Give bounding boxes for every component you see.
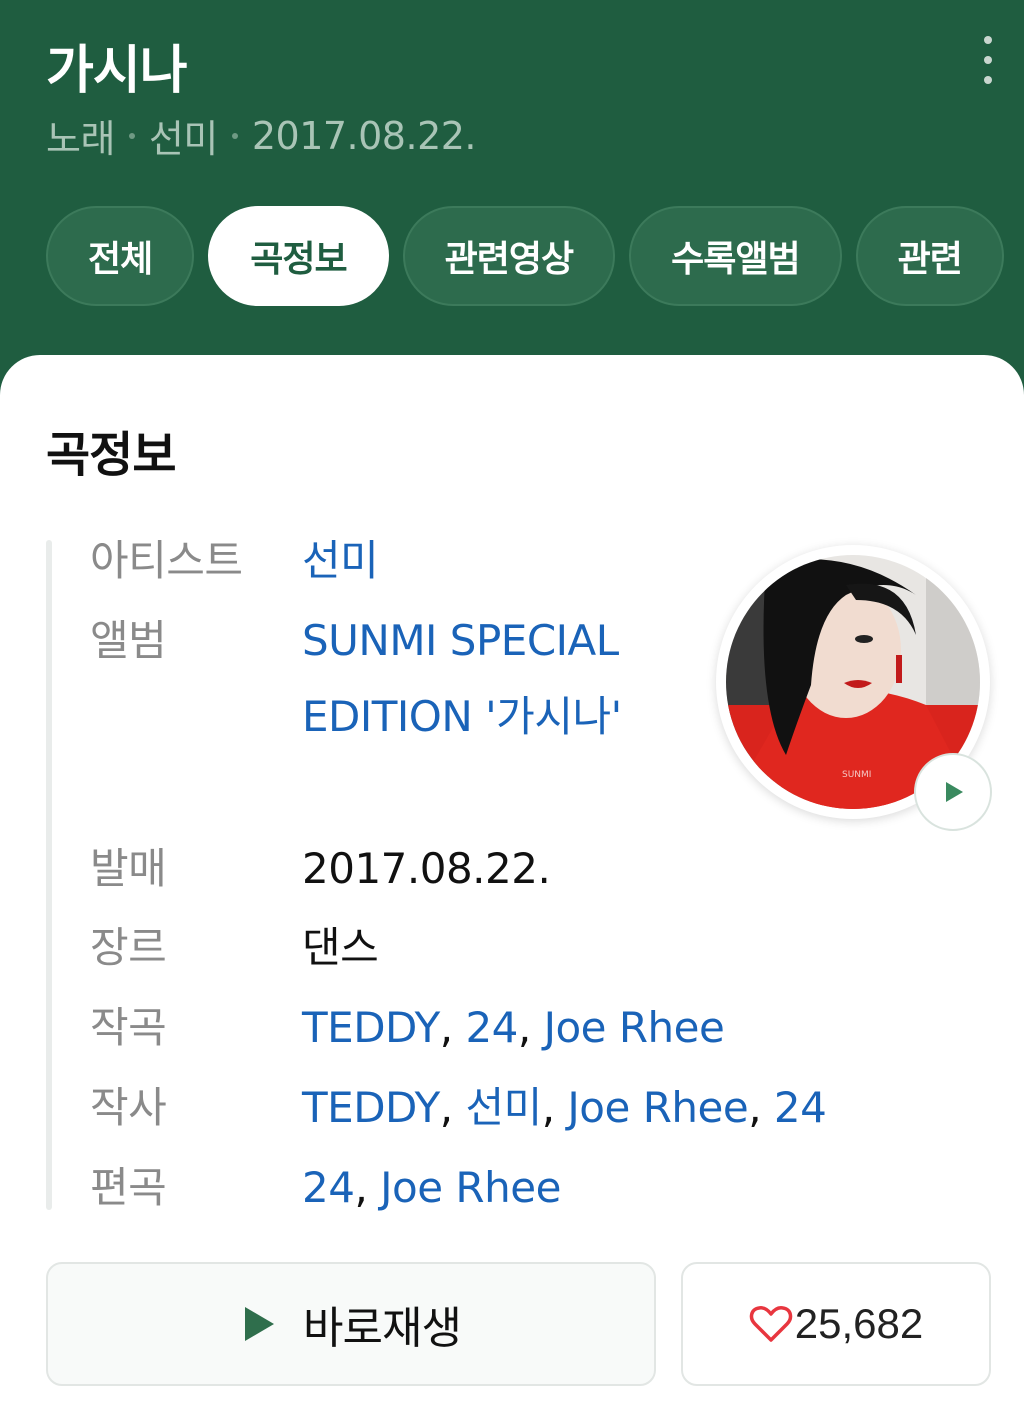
like-count: 25,682	[794, 1300, 924, 1347]
album-link[interactable]: SUNMI SPECIAL EDITION '가시나'	[302, 603, 642, 755]
subtitle-type: 노래	[46, 117, 115, 161]
info-row-lyricist: 작사 TEDDY, 선미, Joe Rhee, 24	[90, 1070, 970, 1146]
composer-link[interactable]: 24	[465, 1003, 518, 1052]
arranger-values: 24, Joe Rhee	[302, 1150, 561, 1226]
song-header: 가시나 노래 선미 2017.08.22. 전체 곡정보 관련영상 수록앨범 관…	[0, 0, 1024, 380]
info-row-genre: 장르 댄스	[90, 910, 690, 986]
section-title: 곡정보	[46, 427, 176, 483]
composer-link[interactable]: Joe Rhee	[544, 1003, 725, 1052]
subtitle-date: 2017.08.22.	[251, 113, 477, 158]
tab-related[interactable]: 관련	[855, 206, 1004, 306]
like-button[interactable]: 25,682	[681, 1262, 991, 1386]
info-row-artist: 아티스트 선미	[90, 523, 690, 599]
info-row-arranger: 편곡 24, Joe Rhee	[90, 1150, 940, 1226]
more-dot	[984, 76, 992, 84]
tab-albums[interactable]: 수록앨범	[629, 206, 842, 306]
arranger-link[interactable]: Joe Rhee	[380, 1163, 561, 1212]
label-release: 발매	[90, 844, 167, 893]
more-dot	[984, 56, 992, 64]
info-row-album: 앨범 SUNMI SPECIAL EDITION '가시나'	[90, 603, 690, 831]
label-arranger: 편곡	[90, 1163, 167, 1212]
lyricist-link[interactable]: Joe Rhee	[567, 1083, 748, 1132]
comma: ,	[439, 1083, 466, 1132]
arranger-link[interactable]: 24	[302, 1163, 355, 1212]
tab-related-videos[interactable]: 관련영상	[402, 206, 616, 306]
label-artist: 아티스트	[90, 536, 243, 585]
tab-all[interactable]: 전체	[46, 206, 195, 306]
artist-link[interactable]: 선미	[302, 523, 379, 599]
release-date: 2017.08.22.	[302, 844, 551, 893]
lyricist-link[interactable]: 선미	[465, 1083, 542, 1132]
label-album: 앨범	[90, 616, 167, 665]
more-dot	[984, 36, 992, 44]
label-lyricist: 작사	[90, 1083, 167, 1132]
song-subtitle: 노래 선미 2017.08.22.	[46, 108, 477, 163]
comma: ,	[541, 1083, 568, 1132]
lyricist-link[interactable]: TEDDY	[302, 1083, 440, 1132]
composer-link[interactable]: TEDDY	[302, 1003, 440, 1052]
lyricist-values: TEDDY, 선미, Joe Rhee, 24	[302, 1070, 827, 1146]
info-divider-bar	[46, 540, 52, 1210]
comma: ,	[748, 1083, 774, 1132]
tab-song-info[interactable]: 곡정보	[208, 206, 389, 306]
play-now-button[interactable]: 바로재생	[46, 1262, 656, 1386]
song-info-card: 곡정보 아티스트 선미 앨범 SUNMI SPECIAL EDITION '가시…	[0, 355, 1024, 1414]
play-icon	[946, 782, 963, 802]
comma: ,	[439, 1003, 466, 1052]
info-row-release: 발매 2017.08.22.	[90, 831, 690, 907]
separator-dot	[128, 132, 135, 139]
lyricist-link[interactable]: 24	[774, 1083, 827, 1132]
tab-bar: 전체 곡정보 관련영상 수록앨범 관련	[46, 206, 1004, 306]
separator-dot	[231, 132, 238, 139]
album-art-brand-text: SUNMI	[842, 770, 871, 780]
album-play-button[interactable]	[914, 753, 992, 831]
genre-value: 댄스	[302, 923, 379, 972]
more-options-icon[interactable]	[968, 36, 1008, 84]
song-title: 가시나	[46, 41, 188, 101]
composer-values: TEDDY, 24, Joe Rhee	[302, 990, 725, 1066]
label-genre: 장르	[90, 923, 167, 972]
comma: ,	[354, 1163, 381, 1212]
play-now-label: 바로재생	[303, 1303, 462, 1354]
label-composer: 작곡	[90, 1003, 167, 1052]
play-icon	[245, 1307, 275, 1341]
heart-icon	[749, 1306, 792, 1342]
comma: ,	[517, 1003, 544, 1052]
info-row-composer: 작곡 TEDDY, 24, Joe Rhee	[90, 990, 940, 1066]
subtitle-artist: 선미	[148, 117, 218, 161]
